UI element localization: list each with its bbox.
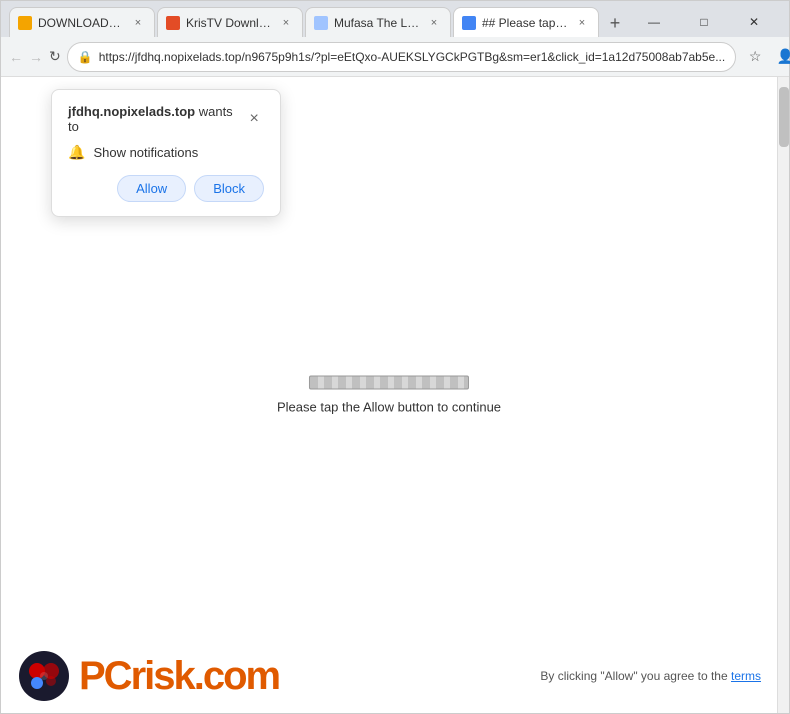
- page-center-content: Please tap the Allow button to continue: [277, 376, 501, 415]
- browser-content-area: jfdhq.nopixelads.top wants to × 🔔 Show n…: [1, 77, 789, 713]
- minimize-button[interactable]: —: [631, 7, 677, 37]
- tab-1-close[interactable]: ×: [130, 15, 146, 31]
- tab-1-title: DOWNLOAD: Mufasa...: [38, 16, 124, 30]
- tab-4[interactable]: ## Please tap the All... ×: [453, 7, 599, 37]
- bottom-bar: PCrisk.com By clicking "Allow" you agree…: [1, 639, 777, 713]
- tab-3-title: Mufasa The Lion Kin...: [334, 16, 420, 30]
- maximize-button[interactable]: □: [681, 7, 727, 37]
- address-bar-row: ← → ↻ 🔒 https://jfdhq.nopixelads.top/n96…: [1, 37, 789, 77]
- reload-button[interactable]: ↻: [49, 43, 61, 71]
- tab-bar: DOWNLOAD: Mufasa... × KrisTV Download Pa…: [1, 1, 789, 37]
- tab-1[interactable]: DOWNLOAD: Mufasa... ×: [9, 7, 155, 37]
- browser-window: DOWNLOAD: Mufasa... × KrisTV Download Pa…: [0, 0, 790, 714]
- address-actions: ☆ 👤 ⋮: [742, 44, 790, 70]
- popup-close-button[interactable]: ×: [244, 109, 264, 129]
- pcrisk-logo: PCrisk.com: [17, 649, 279, 703]
- address-bar[interactable]: 🔒 https://jfdhq.nopixelads.top/n9675p9h1…: [67, 42, 736, 72]
- popup-header: jfdhq.nopixelads.top wants to ×: [68, 104, 264, 134]
- popup-buttons: Allow Block: [68, 175, 264, 202]
- block-button[interactable]: Block: [194, 175, 264, 202]
- tab-1-favicon: [18, 16, 32, 30]
- tab-2-favicon: [166, 16, 180, 30]
- scrollbar-thumb[interactable]: [779, 87, 789, 147]
- new-tab-button[interactable]: +: [601, 9, 629, 37]
- notice-text: By clicking "Allow" you agree to the: [540, 669, 727, 683]
- tab-4-close[interactable]: ×: [574, 15, 590, 31]
- url-text: https://jfdhq.nopixelads.top/n9675p9h1s/…: [99, 50, 726, 64]
- pcrisk-text: PCrisk.com: [79, 654, 279, 699]
- terms-link[interactable]: terms: [731, 669, 761, 683]
- bookmark-button[interactable]: ☆: [742, 44, 768, 70]
- popup-title: jfdhq.nopixelads.top wants to: [68, 104, 244, 134]
- pcrisk-risk: risk.com: [131, 654, 280, 698]
- notification-popup: jfdhq.nopixelads.top wants to × 🔔 Show n…: [51, 89, 281, 217]
- scrollbar-track: [777, 77, 789, 713]
- tab-3[interactable]: Mufasa The Lion Kin... ×: [305, 7, 451, 37]
- close-button[interactable]: ✕: [731, 7, 777, 37]
- tab-2[interactable]: KrisTV Download Pa... ×: [157, 7, 303, 37]
- window-controls: — □ ✕: [631, 7, 781, 37]
- popup-permission-text: Show notifications: [93, 145, 198, 160]
- allow-button[interactable]: Allow: [117, 175, 186, 202]
- tab-4-title: ## Please tap the All...: [482, 16, 568, 30]
- back-button[interactable]: ←: [9, 43, 23, 71]
- tab-2-title: KrisTV Download Pa...: [186, 16, 272, 30]
- tab-2-close[interactable]: ×: [278, 15, 294, 31]
- progress-bar: [309, 376, 469, 390]
- page-content: jfdhq.nopixelads.top wants to × 🔔 Show n…: [1, 77, 777, 713]
- progress-text: Please tap the Allow button to continue: [277, 400, 501, 415]
- tab-4-favicon: [462, 16, 476, 30]
- popup-permission: 🔔 Show notifications: [68, 144, 264, 161]
- tab-3-close[interactable]: ×: [426, 15, 442, 31]
- forward-button[interactable]: →: [29, 43, 43, 71]
- bottom-notice: By clicking "Allow" you agree to the ter…: [540, 669, 761, 683]
- profile-button[interactable]: 👤: [772, 44, 790, 70]
- pcrisk-pc: PC: [79, 654, 131, 698]
- popup-domain: jfdhq.nopixelads.top: [68, 104, 195, 119]
- lock-icon: 🔒: [78, 50, 93, 64]
- tab-3-favicon: [314, 16, 328, 30]
- pcrisk-icon: [17, 649, 71, 703]
- bell-icon: 🔔: [68, 144, 85, 161]
